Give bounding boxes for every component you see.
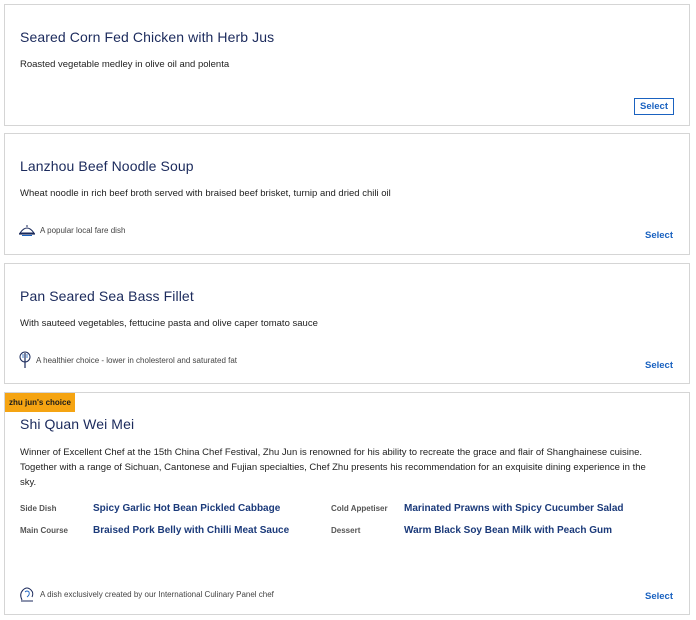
select-button[interactable]: Select [634, 98, 674, 115]
course-label: Main Course [20, 526, 69, 535]
dish-description: With sauteed vegetables, fettucine pasta… [20, 318, 318, 329]
course-row: Side Dish Spicy Garlic Hot Bean Pickled … [20, 503, 680, 517]
dish-note: A dish exclusively created by our Intern… [18, 585, 274, 603]
chef-choice-card: zhu jun's choice Shi Quan Wei Mei Winner… [4, 392, 690, 615]
dish-title: Pan Seared Sea Bass Fillet [20, 288, 194, 304]
healthy-choice-icon [18, 351, 32, 369]
dish-note-text: A dish exclusively created by our Intern… [40, 589, 274, 599]
dish-note: A popular local fare dish [18, 223, 125, 237]
course-value: Spicy Garlic Hot Bean Pickled Cabbage [93, 503, 281, 514]
course-row: Main Course Braised Pork Belly with Chil… [20, 525, 680, 539]
meal-option-card: Seared Corn Fed Chicken with Herb Jus Ro… [4, 4, 690, 126]
select-button[interactable]: Select [645, 591, 673, 602]
dish-note: A healthier choice - lower in cholestero… [18, 351, 237, 369]
course-value: Braised Pork Belly with Chilli Meat Sauc… [93, 525, 290, 536]
dish-description: Winner of Excellent Chef at the 15th Chi… [20, 447, 646, 488]
dish-note-text: A popular local fare dish [40, 225, 126, 235]
course-value: Warm Black Soy Bean Milk with Peach Gum [404, 525, 613, 536]
select-button[interactable]: Select [645, 230, 673, 241]
chef-choice-badge: zhu jun's choice [5, 393, 75, 412]
course-label: Side Dish [20, 504, 57, 513]
dish-title: Seared Corn Fed Chicken with Herb Jus [20, 29, 275, 45]
chef-hat-icon [18, 585, 36, 603]
course-label: Dessert [331, 526, 361, 535]
meal-option-card: Pan Seared Sea Bass Fillet With sauteed … [4, 263, 690, 384]
select-button[interactable]: Select [645, 360, 673, 371]
course-label: Cold Appetiser [331, 504, 388, 513]
course-value: Marinated Prawns with Spicy Cucumber Sal… [404, 503, 624, 514]
meal-option-card: Lanzhou Beef Noodle Soup Wheat noodle in… [4, 133, 690, 255]
dish-title: Lanzhou Beef Noodle Soup [20, 158, 194, 174]
dish-description: Wheat noodle in rich beef broth served w… [20, 188, 391, 199]
dish-title: Shi Quan Wei Mei [20, 416, 135, 432]
dish-note-text: A healthier choice - lower in cholestero… [36, 355, 238, 365]
cloche-icon [18, 223, 36, 237]
dish-description: Roasted vegetable medley in olive oil an… [20, 59, 230, 70]
